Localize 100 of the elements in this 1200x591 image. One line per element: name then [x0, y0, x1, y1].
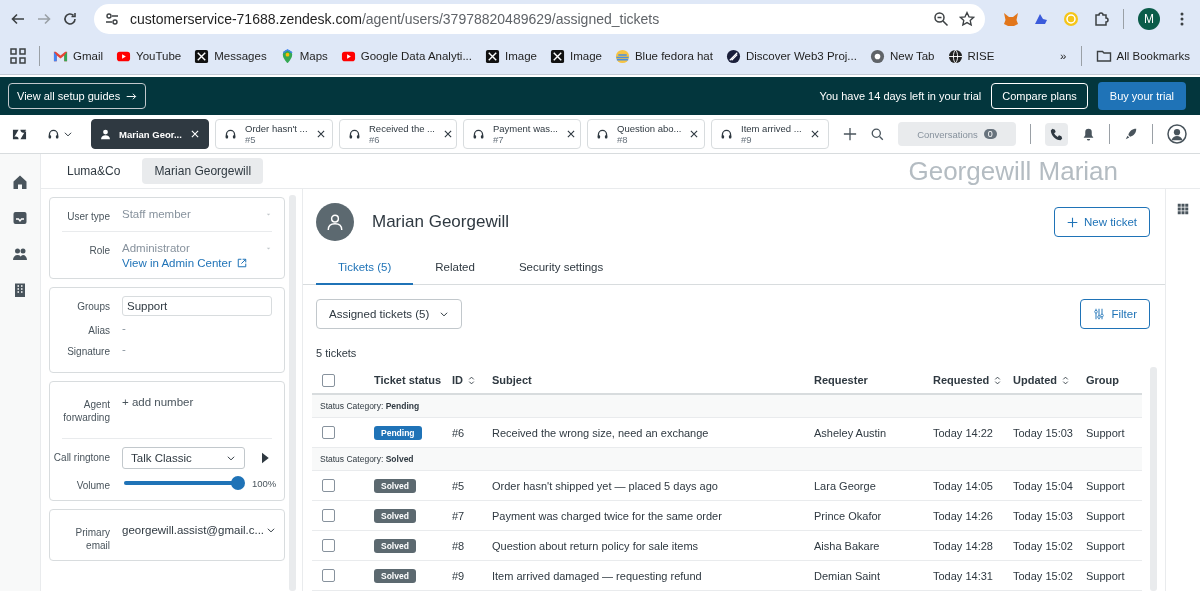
breadcrumb-tab[interactable]: Luma&Co: [55, 158, 133, 184]
striped-ball-icon: [614, 48, 630, 64]
row-checkbox[interactable]: [322, 539, 335, 552]
requester-name: Lara George: [814, 479, 877, 492]
bookmark-link[interactable]: New Tab: [869, 48, 935, 64]
bookmark-link[interactable]: Image: [550, 48, 602, 64]
workspace-tab[interactable]: Marian Geor...: [91, 119, 209, 149]
trial-message: You have 14 days left in your trial: [819, 90, 982, 102]
close-icon[interactable]: [443, 129, 453, 139]
new-ticket-button[interactable]: New ticket: [1053, 207, 1150, 237]
bookmark-link[interactable]: RISE: [947, 48, 995, 64]
row-checkbox[interactable]: [322, 569, 335, 582]
search-icon[interactable]: [871, 127, 884, 141]
ticket-subject[interactable]: Received the wrong size, need an exchange: [492, 426, 814, 439]
field-label: Volume: [75, 479, 110, 492]
plus-icon[interactable]: [843, 127, 857, 141]
compare-plans-button[interactable]: Compare plans: [991, 83, 1088, 109]
profile-tab[interactable]: Tickets (5): [316, 253, 414, 285]
ticket-subject[interactable]: Item arrived damaged — requesting refund: [492, 569, 814, 582]
status-group-header: Status Category: Solved: [312, 448, 1142, 471]
bookmark-link[interactable]: Maps: [279, 48, 328, 64]
play-icon[interactable]: [259, 452, 271, 464]
column-header[interactable]: ID: [452, 374, 492, 386]
building-icon[interactable]: [12, 282, 28, 298]
reload-icon[interactable]: [62, 11, 78, 27]
chevron-down-icon: [226, 453, 236, 463]
star-icon[interactable]: [959, 11, 975, 27]
breadcrumb-tab[interactable]: Marian Georgewill: [142, 158, 264, 184]
bookmark-link[interactable]: Messages: [194, 48, 267, 64]
row-checkbox[interactable]: [322, 426, 335, 439]
column-header[interactable]: Requested: [933, 374, 1013, 386]
bookmark-link[interactable]: Google Data Analyti...: [340, 48, 472, 64]
ticket-subject[interactable]: Question about return policy for sale items: [492, 539, 814, 552]
field-label: User type: [66, 210, 110, 223]
workspace-tab[interactable]: Received the ... #6: [339, 119, 457, 149]
phone-icon[interactable]: [1050, 127, 1063, 141]
requested-time: Today 14:26: [933, 509, 994, 522]
close-icon[interactable]: [810, 129, 820, 139]
more-bookmarks-button[interactable]: »: [1060, 50, 1067, 62]
profile-tab[interactable]: Security settings: [496, 253, 626, 285]
address-bar[interactable]: customerservice-71688.zendesk.com/agent/users/37978820489629/assigned_tickets: [94, 4, 985, 34]
workspace-tab[interactable]: Order hasn't ... #5: [215, 119, 333, 149]
zoom-icon[interactable]: [933, 11, 949, 27]
buy-trial-button[interactable]: Buy your trial: [1097, 82, 1186, 110]
setup-guides-button[interactable]: View all setup guides: [8, 83, 147, 109]
email-select[interactable]: georgewill.assist@gmail.c...: [122, 522, 277, 538]
updated-time: Today 15:02: [1013, 569, 1074, 582]
filter-button[interactable]: Filter: [1080, 299, 1150, 329]
bookmark-link[interactable]: YouTube: [116, 48, 182, 64]
profile-avatar[interactable]: M: [1138, 8, 1160, 30]
grid-menu-icon[interactable]: [1177, 203, 1189, 215]
inbox-icon[interactable]: [12, 210, 28, 226]
apps-grid-icon[interactable]: [10, 48, 26, 64]
conversations-button[interactable]: Conversations 0: [898, 122, 1016, 146]
bell-icon[interactable]: [1082, 127, 1095, 141]
circle-logo-icon: [725, 48, 741, 64]
column-header: Group: [1086, 374, 1120, 386]
add-number-link[interactable]: + add number: [122, 394, 272, 410]
admin-center-link[interactable]: View in Admin Center: [122, 257, 247, 269]
close-icon[interactable]: [565, 129, 576, 139]
alias-value: -: [122, 321, 127, 336]
avatar-icon[interactable]: [1167, 124, 1187, 144]
ringtone-select[interactable]: Talk Classic: [122, 447, 245, 469]
row-checkbox[interactable]: [322, 509, 335, 522]
all-bookmarks-link[interactable]: All Bookmarks: [1095, 48, 1190, 64]
home-icon[interactable]: [12, 174, 28, 190]
close-icon[interactable]: [315, 129, 326, 139]
field-label: Alias: [87, 324, 110, 337]
profile-tab[interactable]: Related: [413, 253, 497, 285]
workspace-tab[interactable]: Question abo... #8: [587, 119, 705, 149]
ticket-subject[interactable]: Payment was charged twice for the same order: [492, 509, 814, 522]
puzzle-icon[interactable]: [1093, 11, 1109, 27]
back-arrow-icon[interactable]: [10, 11, 26, 27]
users-icon[interactable]: [12, 246, 28, 262]
bookmark-link[interactable]: Gmail: [53, 48, 104, 64]
sliders-icon: [1093, 308, 1106, 320]
groups-field[interactable]: Support: [122, 296, 272, 316]
workspace-tab[interactable]: Payment was... #7: [463, 119, 581, 149]
select-all-checkbox[interactable]: [322, 373, 335, 387]
volume-slider[interactable]: [122, 475, 246, 491]
header-title: Georgewill Marian: [908, 155, 1118, 187]
chevron-down-icon: [439, 309, 450, 319]
bookmark-link[interactable]: Image: [485, 48, 537, 64]
close-icon[interactable]: [689, 129, 700, 139]
slider-thumb[interactable]: [231, 476, 245, 490]
bookmark-link[interactable]: Discover Web3 Proj...: [725, 48, 857, 64]
ticket-subject[interactable]: Order hasn't shipped yet — placed 5 days ago: [492, 479, 814, 492]
view-dropdown[interactable]: Assigned tickets (5): [316, 299, 463, 329]
group-name: Support: [1086, 509, 1126, 522]
headset-icon: [596, 127, 609, 141]
bookmark-link[interactable]: Blue fedora hat: [614, 48, 713, 64]
user-icon: [100, 128, 111, 140]
row-checkbox[interactable]: [322, 479, 335, 492]
x-icon: [485, 48, 500, 64]
group-name: Support: [1086, 479, 1126, 492]
workspace-tab[interactable]: Item arrived ... #9: [711, 119, 829, 149]
chevron-down-icon: [266, 525, 277, 535]
column-header[interactable]: Updated: [1013, 374, 1086, 386]
site-settings-icon[interactable]: [104, 11, 120, 27]
folder-icon: [1095, 48, 1112, 64]
